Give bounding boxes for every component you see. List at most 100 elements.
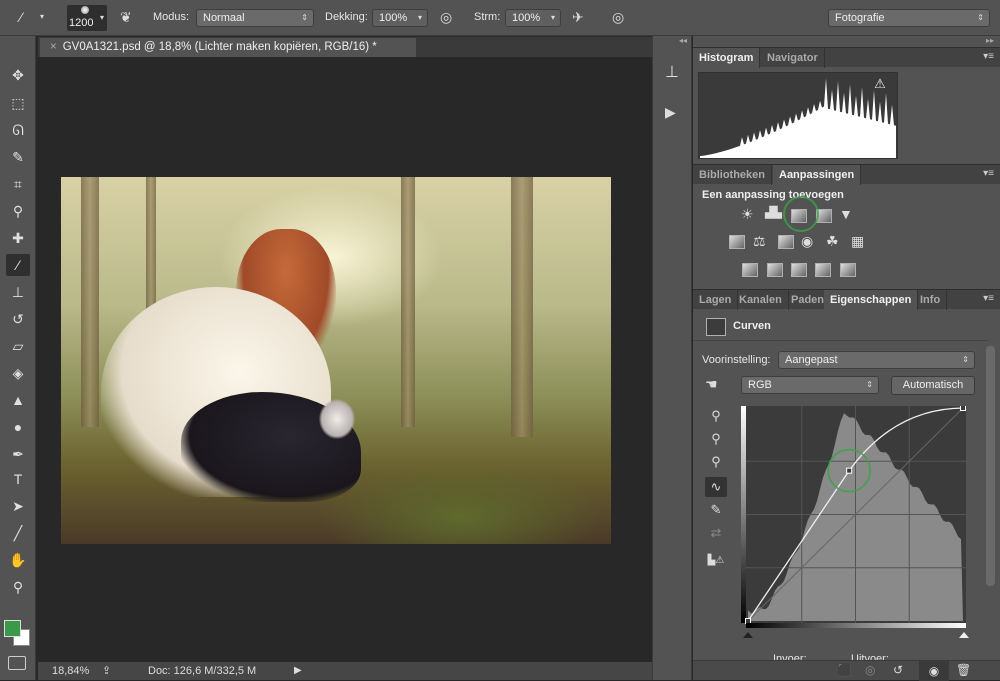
threshold-icon[interactable] — [791, 263, 807, 277]
stamp-tool-icon[interactable]: ⊥ — [6, 281, 30, 303]
warning-icon[interactable]: ⚠ — [874, 76, 886, 91]
view-previous-icon[interactable]: ◎ — [865, 663, 875, 677]
lasso-tool-icon[interactable]: ᘏ — [6, 119, 30, 141]
tab-adjustments[interactable]: Aanpassingen — [773, 165, 862, 185]
close-icon[interactable]: × — [50, 41, 57, 53]
clip-to-layer-icon[interactable]: ⬛ — [837, 663, 852, 677]
tree-trunk — [81, 177, 99, 427]
curve-point[interactable] — [960, 406, 966, 411]
black-point-slider[interactable] — [743, 632, 753, 638]
document-tab[interactable]: × GV0A1321.psd @ 18,8% (Lichter maken kop… — [40, 38, 416, 57]
quick-select-tool-icon[interactable]: ✎ — [6, 146, 30, 168]
vibrance-icon[interactable]: ▼ — [839, 206, 853, 222]
gradient-map-icon[interactable] — [840, 263, 856, 277]
hue-saturation-icon[interactable] — [729, 235, 745, 249]
opacity-label: Dekking: — [325, 11, 368, 23]
play-icon[interactable]: ▶ — [294, 662, 302, 680]
brush-tool-icon[interactable]: ⁄ — [6, 254, 30, 276]
photo-filter-icon[interactable]: ◉ — [801, 233, 813, 250]
posterize-icon[interactable] — [767, 263, 783, 277]
eraser-tool-icon[interactable]: ▱ — [6, 335, 30, 357]
preset-select[interactable]: Aangepast ⇕ — [778, 351, 975, 369]
zoom-level[interactable]: 18,84% — [52, 662, 89, 680]
tab-histogram[interactable]: Histogram — [693, 48, 761, 68]
panel-menu-icon[interactable]: ▾≡ — [983, 293, 994, 304]
panel-menu-icon[interactable]: ▾≡ — [983, 168, 994, 179]
channel-select[interactable]: RGB ⇕ — [741, 376, 879, 394]
type-tool-icon[interactable]: T — [6, 468, 30, 490]
history-brush-tool-icon[interactable]: ↺ — [6, 308, 30, 330]
line-tool-icon[interactable]: ╱ — [6, 522, 30, 544]
histogram-chart: ⚠ — [698, 72, 898, 159]
expand-icon[interactable]: ▸▸ — [986, 36, 994, 45]
clipping-warning-icon[interactable]: ▙⚠ — [705, 551, 727, 571]
flow-value: 100% — [512, 12, 541, 24]
flow-input[interactable]: 100% ▾ — [505, 9, 561, 27]
path-select-tool-icon[interactable]: ➤ — [6, 495, 30, 517]
pen-tool-icon[interactable]: ✒ — [6, 443, 30, 465]
curve-points-tool-icon[interactable]: ∿ — [705, 477, 727, 497]
toolbar: ✥ ⬚ ᘏ ✎ ⌗ ⚲ ✚ ⁄ ⊥ ↺ ▱ ◈ ▲ ● ✒ T ➤ ╱ ✋ ⚲ — [0, 36, 36, 680]
selective-color-icon[interactable] — [815, 263, 831, 277]
status-bar: 18,84% ⇪ Doc: 126,6 M/332,5 M ▶ — [38, 662, 652, 680]
curve-point[interactable] — [745, 618, 751, 624]
tab-layers[interactable]: Lagen — [693, 290, 739, 310]
panel-menu-icon[interactable]: ▾≡ — [983, 51, 994, 62]
eyedropper-tool-icon[interactable]: ⚲ — [6, 200, 30, 222]
workspace-select[interactable]: Fotografie ⇕ — [828, 9, 990, 27]
share-icon[interactable]: ⇪ — [102, 662, 111, 680]
curve-point[interactable] — [846, 467, 853, 474]
trash-icon[interactable]: 🗑 — [956, 663, 971, 677]
tab-navigator[interactable]: Navigator — [761, 48, 825, 68]
dodge-tool-icon[interactable]: ● — [6, 416, 30, 438]
brush-panel-toggle-icon[interactable]: ❦ — [120, 9, 132, 26]
auto-button[interactable]: Automatisch — [891, 376, 975, 395]
pressure-size-icon[interactable]: ◎ — [612, 9, 624, 26]
brush-size-picker[interactable]: 1200 ▾ — [67, 5, 107, 31]
actions-play-icon[interactable]: ▶ — [665, 104, 676, 121]
invert-icon[interactable] — [742, 263, 758, 277]
black-point-eyedropper-icon[interactable]: ⚲ — [705, 406, 727, 426]
targeted-adjust-hand-icon[interactable]: ☚ — [705, 376, 718, 393]
color-lookup-icon[interactable]: ▦ — [851, 233, 864, 250]
move-tool-icon[interactable]: ✥ — [6, 64, 30, 86]
paint-bucket-tool-icon[interactable]: ◈ — [6, 362, 30, 384]
color-balance-icon[interactable]: ⚖ — [753, 233, 766, 250]
hand-tool-icon[interactable]: ✋ — [6, 549, 30, 571]
levels-icon[interactable]: ▟▙ — [765, 206, 782, 219]
chevron-down-icon: ▾ — [417, 13, 422, 22]
tab-libraries[interactable]: Bibliotheken — [693, 165, 773, 185]
tab-info[interactable]: Info — [914, 290, 948, 310]
healing-brush-tool-icon[interactable]: ✚ — [6, 227, 30, 249]
mode-select[interactable]: Normaal ⇕ — [196, 9, 314, 27]
airbrush-icon[interactable]: ✈ — [572, 9, 584, 26]
tool-preset-dropdown[interactable]: ▾ — [40, 12, 44, 21]
reset-icon[interactable]: ↺ — [893, 663, 903, 677]
marquee-tool-icon[interactable]: ⬚ — [6, 92, 30, 114]
crop-tool-icon[interactable]: ⌗ — [6, 173, 30, 195]
pencil-draw-icon[interactable]: ✎ — [705, 500, 727, 520]
foreground-color-swatch[interactable] — [4, 620, 21, 637]
collapse-icon[interactable]: ◂◂ — [679, 36, 687, 45]
curves-graph[interactable] — [741, 406, 969, 646]
white-point-eyedropper-icon[interactable]: ⚲ — [705, 452, 727, 472]
smooth-curve-icon[interactable]: ⇄ — [705, 523, 727, 543]
document-image[interactable] — [61, 177, 611, 544]
scrollbar[interactable] — [986, 346, 995, 586]
gray-point-eyedropper-icon[interactable]: ⚲ — [705, 429, 727, 449]
quick-mask-icon[interactable] — [8, 656, 26, 670]
visibility-eye-icon[interactable]: ◉ — [919, 661, 949, 681]
tool-presets-icon[interactable]: ⊥ — [665, 62, 679, 82]
zoom-tool-icon[interactable]: ⚲ — [6, 576, 30, 598]
brightness-icon[interactable]: ☀ — [741, 206, 754, 223]
white-point-slider[interactable] — [959, 632, 969, 638]
opacity-input[interactable]: 100% ▾ — [372, 9, 428, 27]
black-white-icon[interactable] — [778, 235, 794, 249]
tab-channels[interactable]: Kanalen — [733, 290, 789, 310]
properties-footer: ⬛ ◎ ↺ ◉ 🗑 — [693, 660, 1000, 681]
blur-tool-icon[interactable]: ▲ — [6, 389, 30, 411]
tab-properties[interactable]: Eigenschappen — [824, 290, 919, 310]
brush-tool-icon[interactable]: ⁄ — [20, 9, 22, 25]
channel-mixer-icon[interactable]: ☘ — [826, 233, 839, 250]
pressure-opacity-icon[interactable]: ◎ — [440, 9, 452, 26]
